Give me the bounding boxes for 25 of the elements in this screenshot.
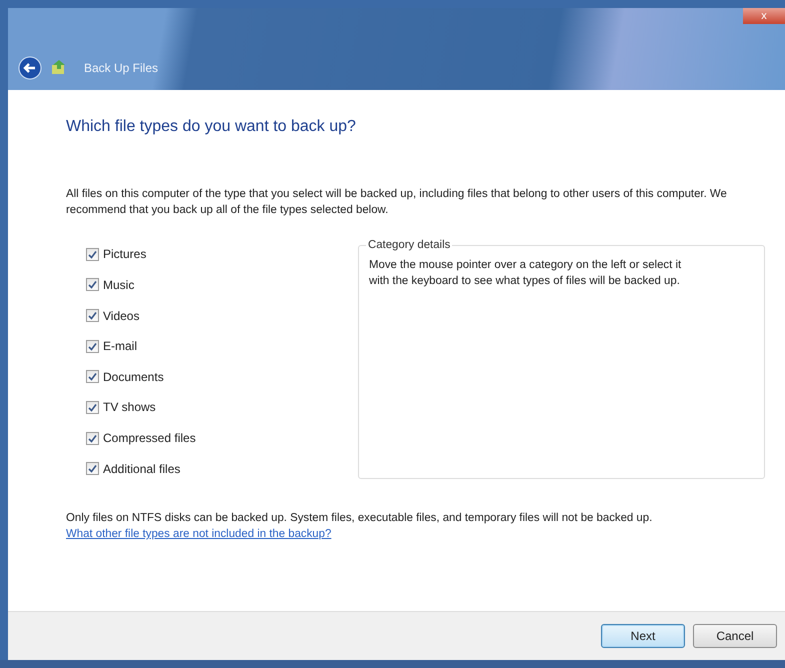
checkbox[interactable] bbox=[86, 370, 99, 384]
help-link[interactable]: What other file types are not included in the backup? bbox=[66, 528, 332, 540]
checkbox-label: TV shows bbox=[103, 400, 156, 414]
intro-text: All files on this computer of the type that you select will be backed up, including files that belong to other users of this computer. We recommend that you back up all of the file types selected below. bbox=[66, 187, 728, 218]
checkbox-label: Documents bbox=[103, 370, 164, 384]
cancel-button[interactable]: Cancel bbox=[693, 624, 777, 648]
category-details-text: Move the mouse pointer over a category on the left or select it with the keyboard to see what types of files will be backed up. bbox=[369, 258, 682, 289]
checkbox-label: Additional files bbox=[103, 462, 180, 476]
checkbox-label: E-mail bbox=[103, 339, 138, 354]
group-title: Category details bbox=[367, 239, 452, 251]
checkbox[interactable] bbox=[86, 400, 99, 414]
checkbox-label: Music bbox=[103, 278, 134, 292]
checkbox[interactable] bbox=[86, 432, 99, 445]
note-text: Only files on NTFS disks can be backed up. System files, executable files, and temporary files will not be backed up. What other file types are not included in the backup? bbox=[66, 511, 654, 542]
checkbox-label: Compressed files bbox=[103, 431, 196, 446]
checkbox[interactable] bbox=[86, 248, 99, 261]
checkbox[interactable] bbox=[86, 309, 99, 322]
checkbox[interactable] bbox=[86, 462, 99, 476]
next-button[interactable]: Next bbox=[601, 624, 685, 648]
window-title: Back Up Files bbox=[84, 61, 158, 75]
page-heading: Which file types do you want to back up? bbox=[66, 118, 357, 137]
checkbox[interactable] bbox=[86, 278, 99, 292]
checkbox[interactable] bbox=[86, 340, 99, 353]
checkbox-label: Videos bbox=[103, 308, 140, 323]
checkbox-label: Pictures bbox=[103, 247, 146, 262]
